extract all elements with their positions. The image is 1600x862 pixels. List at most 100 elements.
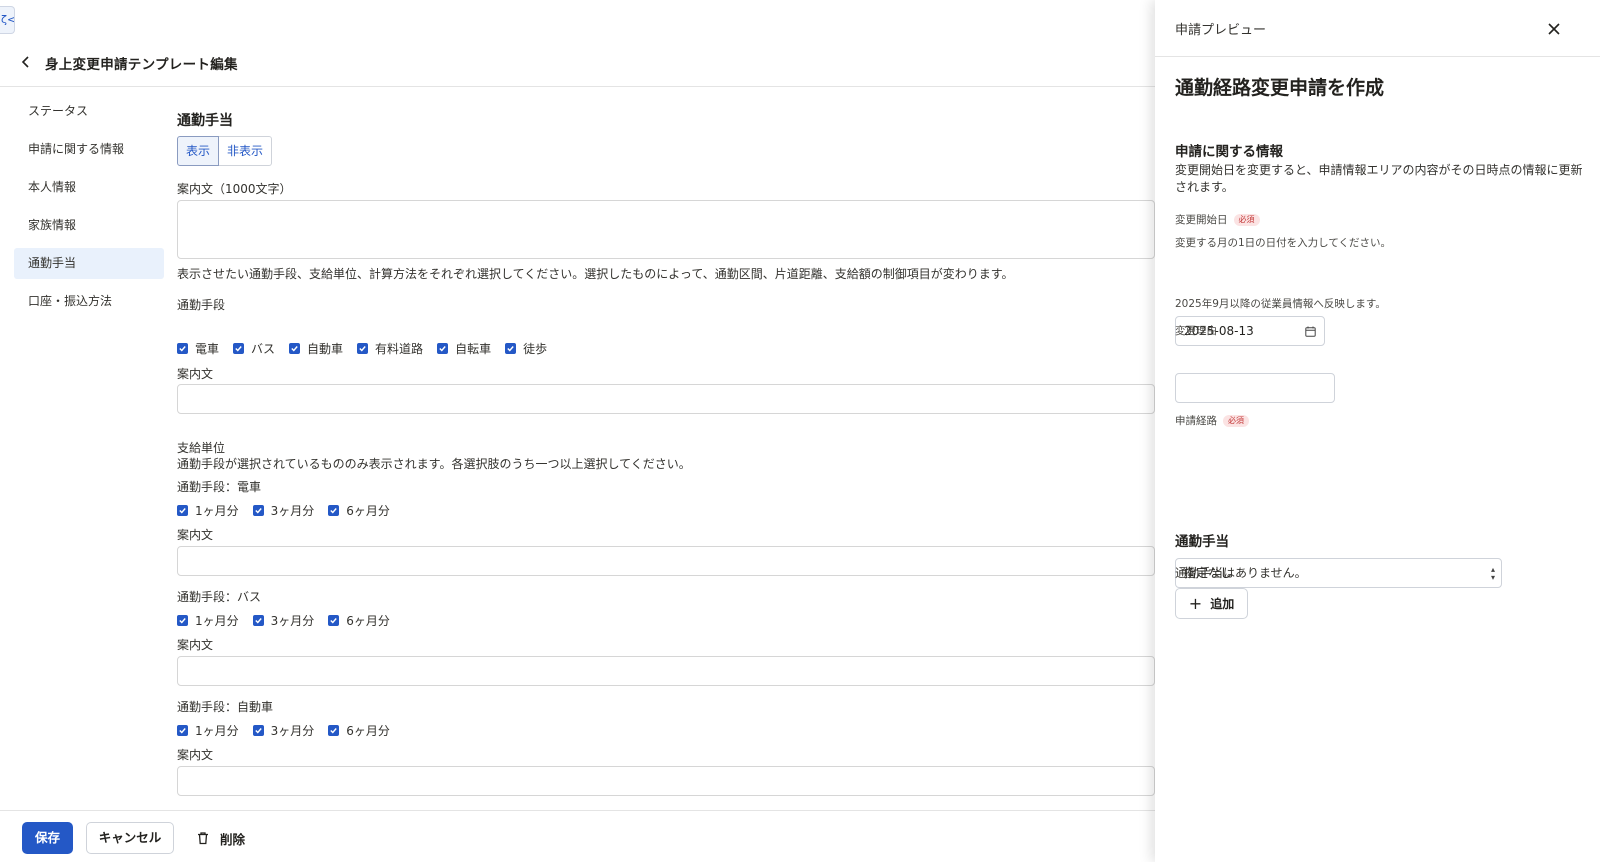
means-option[interactable]: 有料道路: [357, 340, 423, 357]
toggle-hide-button[interactable]: 非表示: [219, 136, 273, 166]
cancel-button[interactable]: キャンセル: [86, 822, 174, 854]
checkbox-checked[interactable]: [357, 343, 369, 354]
reason-label: 変更理由: [1175, 325, 1217, 337]
checkbox-checked[interactable]: [177, 343, 188, 354]
checkbox-checked[interactable]: [233, 343, 245, 354]
required-badge: 必須: [1223, 415, 1249, 427]
option-label: 3ヶ月分: [270, 724, 315, 738]
reason-input[interactable]: [1175, 373, 1335, 403]
checkbox-checked[interactable]: [177, 505, 188, 516]
option-label: 3ヶ月分: [270, 504, 315, 518]
page-title: 身上変更申請テンプレート編集: [45, 57, 238, 73]
add-label: 追加: [1210, 597, 1235, 611]
unit-checkboxes-car: 1ヶ月分 3ヶ月分 6ヶ月分: [177, 722, 404, 739]
checkbox-checked[interactable]: [252, 725, 264, 736]
checkbox-checked[interactable]: [252, 615, 264, 626]
unit-option[interactable]: 1ヶ月分: [177, 612, 239, 629]
nav-item-family-info[interactable]: 家族情報: [14, 210, 164, 241]
nav-item-application-info[interactable]: 申請に関する情報: [14, 134, 164, 165]
info-desc-line1: 変更開始日を変更すると、申請情報エリアの内容がその日時点の情報に更新: [1175, 163, 1583, 177]
section-nav: ステータス 申請に関する情報 本人情報 家族情報 通勤手当 口座・振込方法: [14, 96, 164, 324]
allowance-empty-text: 通勤手当はありません。: [1175, 566, 1307, 580]
option-label: 自動車: [307, 342, 344, 356]
unit-option[interactable]: 6ヶ月分: [328, 502, 390, 519]
delete-button[interactable]: 削除: [196, 822, 245, 854]
trash-icon: [198, 832, 208, 845]
means-label: 通勤手段: [177, 298, 226, 312]
route-label-text: 申請経路: [1175, 415, 1217, 427]
select-arrows-icon: ▴ ▾: [1490, 565, 1495, 582]
checkbox-checked[interactable]: [177, 725, 188, 736]
checkbox-checked[interactable]: [177, 615, 188, 626]
unit-option[interactable]: 3ヶ月分: [252, 722, 315, 739]
means-option[interactable]: 電車: [177, 340, 219, 357]
calendar-icon[interactable]: [1305, 326, 1316, 337]
option-label: バス: [251, 342, 276, 356]
option-label: 徒歩: [523, 342, 548, 356]
toggle-show-button[interactable]: 表示: [177, 136, 220, 166]
unit-guide-label-train: 案内文: [177, 528, 214, 542]
option-label: 有料道路: [375, 342, 424, 356]
unit-guide-input-bus[interactable]: [177, 656, 1155, 686]
unit-guide-label-bus: 案内文: [177, 638, 214, 652]
option-label: 自転車: [455, 342, 492, 356]
means-guide-input[interactable]: [177, 384, 1155, 414]
drawer-title: 申請プレビュー: [1175, 23, 1267, 38]
means-option[interactable]: 自動車: [289, 340, 343, 357]
unit-option[interactable]: 3ヶ月分: [252, 502, 315, 519]
means-checkboxes: 電車 バス 自動車 有料道路 自転車 徒歩: [177, 340, 561, 357]
drawer-header: 申請プレビュー: [1155, 0, 1600, 57]
means-option[interactable]: 徒歩: [505, 340, 547, 357]
collapse-tab[interactable]: ζ<: [0, 6, 15, 34]
unit-guide-input-car[interactable]: [177, 766, 1155, 796]
unit-option[interactable]: 3ヶ月分: [252, 612, 315, 629]
nav-item-bank-account[interactable]: 口座・振込方法: [14, 286, 164, 317]
start-date-note: 2025年9月以降の従業員情報へ反映します。: [1175, 298, 1386, 310]
option-label: 1ヶ月分: [195, 504, 239, 518]
option-label: 1ヶ月分: [195, 724, 239, 738]
info-title: 申請に関する情報: [1175, 144, 1283, 160]
add-allowance-button[interactable]: + 追加: [1175, 588, 1248, 619]
checkbox-checked[interactable]: [437, 343, 449, 354]
close-button[interactable]: [1543, 18, 1565, 40]
option-label: 3ヶ月分: [270, 614, 315, 628]
plus-icon: +: [1188, 593, 1203, 613]
guide-textarea[interactable]: [177, 200, 1155, 259]
unit-guide-label-car: 案内文: [177, 748, 214, 762]
checkbox-checked[interactable]: [289, 343, 301, 354]
checkbox-checked[interactable]: [328, 725, 340, 736]
unit-option[interactable]: 6ヶ月分: [328, 612, 390, 629]
means-option[interactable]: バス: [233, 340, 275, 357]
checkbox-checked[interactable]: [328, 615, 340, 626]
option-label: 6ヶ月分: [346, 504, 390, 518]
option-label: 6ヶ月分: [346, 614, 390, 628]
route-label: 申請経路 必須: [1175, 413, 1249, 428]
save-button[interactable]: 保存: [22, 822, 73, 854]
nav-item-personal-info[interactable]: 本人情報: [14, 172, 164, 203]
guide-description: 表示させたい通勤手段、支給単位、計算方法をそれぞれ選択してください。選択したもの…: [177, 267, 1014, 281]
unit-option[interactable]: 1ヶ月分: [177, 722, 239, 739]
checkbox-checked[interactable]: [505, 343, 517, 354]
nav-item-status[interactable]: ステータス: [14, 96, 164, 127]
back-button[interactable]: [16, 52, 36, 72]
required-badge: 必須: [1233, 214, 1260, 226]
unit-option[interactable]: 6ヶ月分: [328, 722, 390, 739]
chevron-left-icon: [21, 56, 29, 68]
unit-group-title-car: 通勤手段：自動車: [177, 700, 274, 714]
allowance-title: 通勤手当: [1175, 534, 1229, 550]
checkbox-checked[interactable]: [252, 505, 264, 516]
unit-group-title-bus: 通勤手段：バス: [177, 590, 262, 604]
checkbox-checked[interactable]: [328, 505, 340, 516]
means-option[interactable]: 自転車: [437, 340, 491, 357]
unit-option[interactable]: 1ヶ月分: [177, 502, 239, 519]
unit-checkboxes-bus: 1ヶ月分 3ヶ月分 6ヶ月分: [177, 612, 404, 629]
start-date-hint: 変更する月の1日の日付を入力してください。: [1175, 237, 1392, 249]
section-title: 通勤手当: [177, 113, 233, 129]
visibility-toggle: 表示 非表示: [177, 136, 273, 166]
start-date-label-text: 変更開始日: [1175, 214, 1228, 226]
close-icon: [1548, 23, 1560, 35]
nav-item-commute-allowance[interactable]: 通勤手当: [14, 248, 164, 279]
option-label: 1ヶ月分: [195, 614, 239, 628]
option-label: 6ヶ月分: [346, 724, 390, 738]
unit-guide-input-train[interactable]: [177, 546, 1155, 576]
